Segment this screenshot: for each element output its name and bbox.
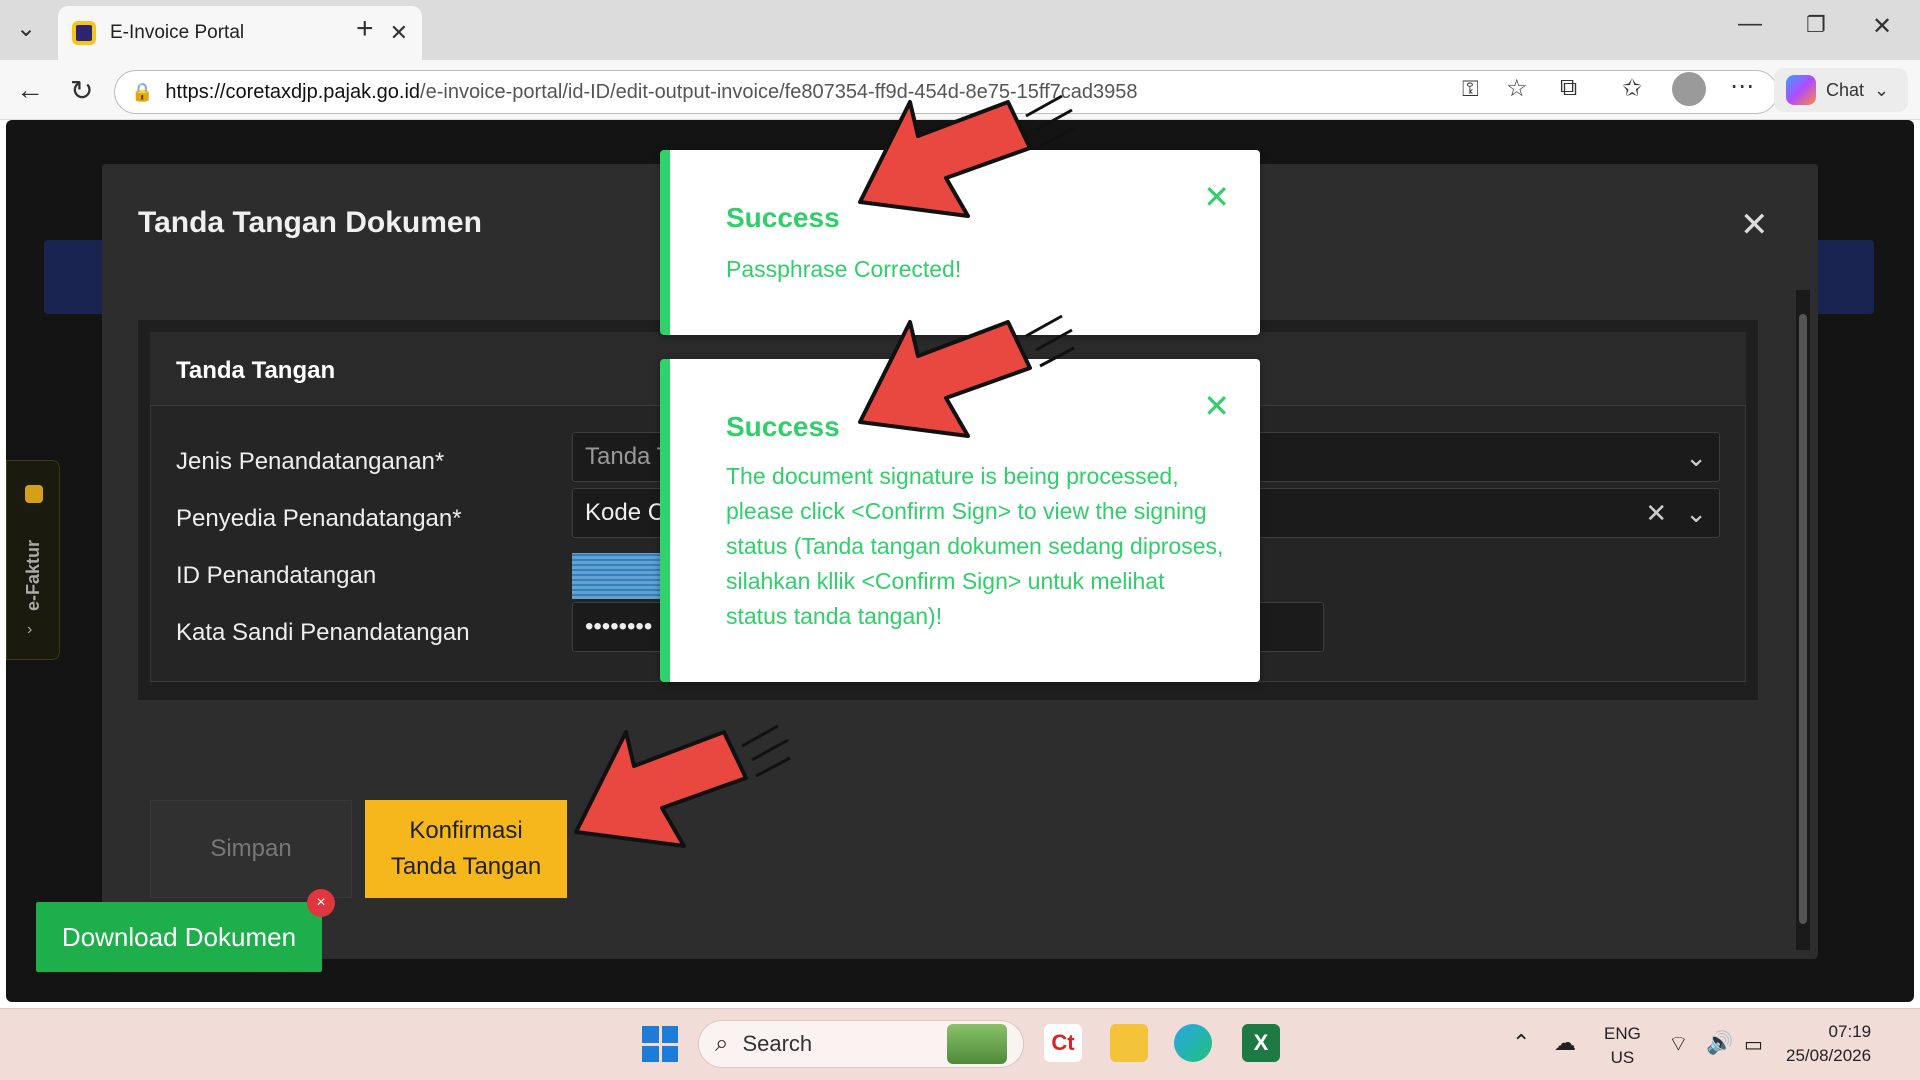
lang-top: ENG	[1604, 1024, 1641, 1043]
modal-scrollbar[interactable]	[1796, 290, 1810, 950]
scroll-thumb[interactable]	[1799, 314, 1807, 924]
url-domain: https://coretaxdjp.pajak.go.id	[165, 80, 421, 103]
efaktur-label: e-Faktur	[23, 539, 43, 611]
annotation-arrow-icon	[858, 314, 1075, 438]
windows-start-icon[interactable]	[642, 1026, 678, 1062]
edge-browser-icon[interactable]	[1174, 1024, 1212, 1062]
search-highlight-image	[947, 1024, 1007, 1064]
lang-bottom: US	[1610, 1048, 1635, 1067]
file-explorer-icon[interactable]	[1110, 1024, 1148, 1062]
more-menu-icon[interactable]: ⋯	[1730, 72, 1754, 101]
toast-message: The document signature is being processe…	[726, 463, 1224, 629]
minimize-icon[interactable]: —	[1738, 10, 1762, 38]
tab-title: E-Invoice Portal	[110, 22, 245, 43]
efaktur-logo-icon	[25, 485, 43, 503]
profile-avatar-icon[interactable]	[1672, 72, 1706, 106]
taskbar-search[interactable]: ⌕ Search	[698, 1020, 1024, 1068]
clear-x-icon[interactable]: ✕	[1645, 498, 1667, 529]
signer-id-label: ID Penandatangan	[176, 562, 377, 589]
download-document-button[interactable]: Download Dokumen	[36, 902, 322, 972]
favicon-icon	[72, 21, 96, 45]
signer-password-label: Kata Sandi Penandatangan	[176, 619, 470, 646]
tab-close-icon[interactable]: ✕	[390, 20, 408, 46]
toast-close-icon[interactable]: ✕	[1203, 178, 1230, 216]
modal-title: Tanda Tangan Dokumen	[138, 206, 482, 239]
volume-icon[interactable]: 🔊	[1706, 1030, 1733, 1056]
toast-title: Success	[726, 411, 840, 442]
annotation-arrow-icon	[858, 94, 1075, 218]
toast-title: Success	[726, 202, 840, 233]
signing-type-label: Jenis Penandatanganan*	[176, 448, 445, 475]
download-dismiss-icon[interactable]: ×	[307, 889, 335, 917]
battery-icon[interactable]: ▭	[1744, 1032, 1763, 1057]
excel-icon[interactable]: X	[1242, 1024, 1280, 1062]
wifi-icon[interactable]: ⌔	[1668, 1030, 1689, 1058]
clock-time: 07:19	[1828, 1022, 1872, 1041]
clock-date: 25/08/2026	[1786, 1046, 1872, 1065]
extensions-icon[interactable]: ⧉	[1560, 74, 1577, 102]
lock-icon: 🔒	[131, 81, 154, 102]
confirm-sign-button[interactable]: Konfirmasi Tanda Tangan	[365, 800, 567, 898]
tray-chevron-icon[interactable]: ⌃	[1512, 1030, 1530, 1056]
toast-close-icon[interactable]: ✕	[1203, 387, 1230, 425]
copilot-chat-button[interactable]: Chat ⌄	[1774, 68, 1908, 112]
chat-chevron-icon: ⌄	[1874, 79, 1890, 100]
chat-label: Chat	[1826, 79, 1865, 100]
copilot-icon	[1786, 75, 1816, 105]
favorites-list-icon[interactable]: ✩	[1622, 74, 1642, 103]
annotation-arrow-icon	[574, 724, 791, 848]
search-icon: ⌕	[715, 1030, 729, 1057]
language-indicator[interactable]: ENG US	[1604, 1022, 1641, 1070]
back-arrow-icon[interactable]: ←	[16, 74, 44, 106]
chevron-down-icon: ⌄	[1685, 497, 1707, 528]
chevron-down-icon: ⌄	[1685, 441, 1707, 472]
favorite-star-icon[interactable]: ☆	[1506, 74, 1528, 103]
efaktur-side-tab[interactable]: e-Faktur ›	[6, 460, 60, 660]
signing-provider-label: Penyedia Penandatangan*	[176, 505, 462, 532]
signing-provider-value: Kode C	[585, 499, 666, 526]
toast-message: Passphrase Corrected!	[726, 256, 962, 282]
tab-list-chevron-icon[interactable]: ⌄	[16, 14, 36, 43]
onedrive-icon[interactable]: ☁	[1554, 1030, 1576, 1056]
save-button[interactable]: Simpan	[150, 800, 352, 898]
signing-type-value: Tanda T	[585, 443, 672, 470]
ct-app-icon[interactable]: Ct	[1044, 1024, 1082, 1062]
side-expand-icon: ›	[27, 621, 33, 638]
clock[interactable]: 07:19 25/08/2026	[1786, 1020, 1871, 1068]
password-value: ••••••••	[585, 613, 653, 640]
modal-close-icon[interactable]: ✕	[1740, 205, 1769, 245]
window-close-icon[interactable]: ✕	[1872, 12, 1892, 41]
key-icon[interactable]: ⚿	[1462, 76, 1479, 102]
panel-title: Tanda Tangan	[176, 357, 336, 384]
new-tab-plus-icon[interactable]: +	[356, 12, 374, 46]
confirm-sign-label: Konfirmasi Tanda Tangan	[390, 817, 542, 880]
reload-icon[interactable]: ↻	[70, 74, 93, 107]
search-placeholder: Search	[742, 1031, 813, 1056]
restore-icon[interactable]: ❐	[1806, 12, 1826, 38]
